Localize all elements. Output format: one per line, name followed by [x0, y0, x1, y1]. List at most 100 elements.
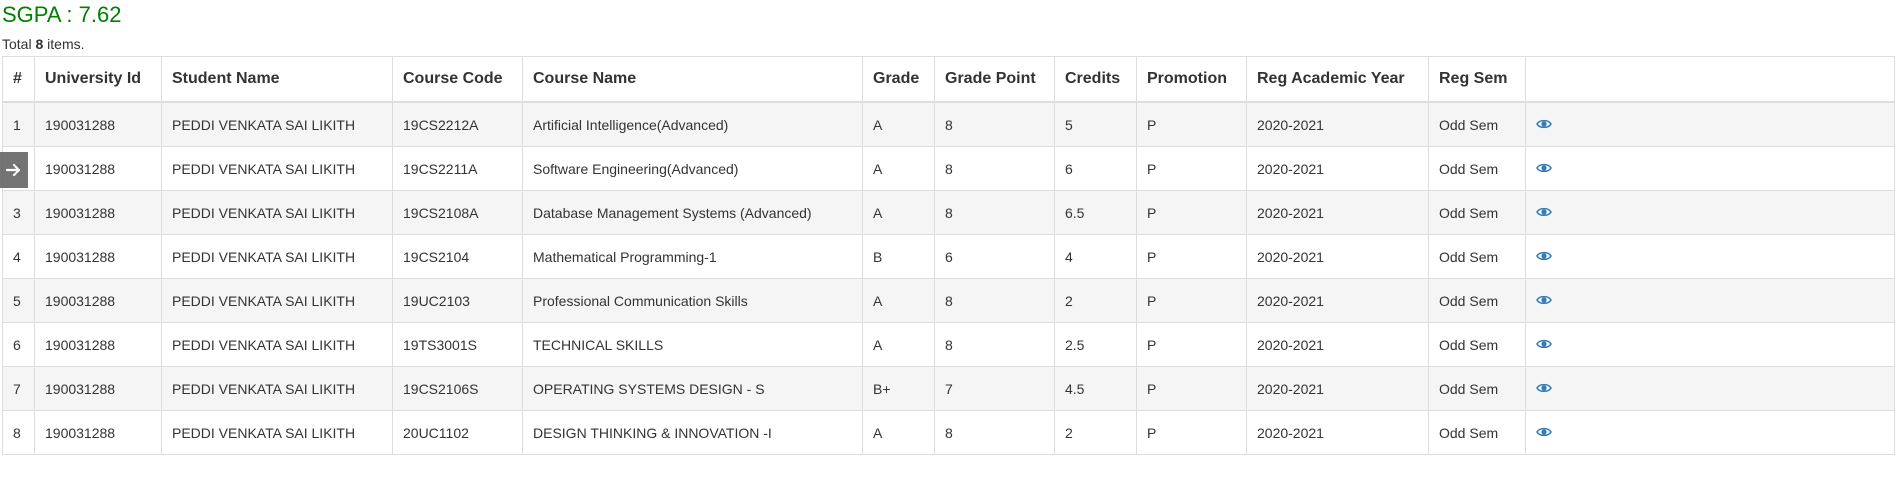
header-reg-sem[interactable]: Reg Sem: [1428, 56, 1526, 103]
table-header-row: # University Id Student Name Course Code…: [2, 56, 1895, 103]
student-name-cell: PEDDI VENKATA SAI LIKITH: [161, 101, 393, 147]
sgpa-value: SGPA : 7.62: [2, 2, 122, 27]
course-name-cell: Software Engineering(Advanced): [522, 146, 863, 191]
reg-sem-cell: Odd Sem: [1428, 322, 1526, 367]
promotion-cell: P: [1136, 190, 1247, 235]
student-name-cell: PEDDI VENKATA SAI LIKITH: [161, 278, 393, 323]
course-name-cell: Artificial Intelligence(Advanced): [522, 101, 863, 147]
grade-cell: A: [862, 146, 935, 191]
eye-icon[interactable]: [1536, 249, 1552, 261]
scroll-right-button[interactable]: [0, 152, 28, 188]
eye-icon[interactable]: [1536, 205, 1552, 217]
course-name-cell: TECHNICAL SKILLS: [522, 322, 863, 367]
grade-point-cell: 8: [934, 278, 1055, 323]
course-name-cell: DESIGN THINKING & INNOVATION -I: [522, 410, 863, 455]
eye-icon[interactable]: [1536, 425, 1552, 437]
summary-prefix: Total: [2, 36, 36, 52]
table-row: 8 190031288 PEDDI VENKATA SAI LIKITH 20UC11…: [2, 410, 1895, 455]
header-index[interactable]: #: [2, 56, 35, 103]
grade-cell: B: [862, 234, 935, 279]
student-name-cell: PEDDI VENKATA SAI LIKITH: [161, 234, 393, 279]
student-name-cell: PEDDI VENKATA SAI LIKITH: [161, 146, 393, 191]
credits-cell: 4.5: [1054, 366, 1137, 411]
grade-cell: A: [862, 101, 935, 147]
course-name-cell: Professional Communication Skills: [522, 278, 863, 323]
header-promotion[interactable]: Promotion: [1136, 56, 1247, 103]
header-credits[interactable]: Credits: [1054, 56, 1137, 103]
course-code-cell: 19CS2106S: [392, 366, 523, 411]
grade-point-cell: 8: [934, 146, 1055, 191]
arrow-right-icon: [5, 163, 21, 177]
grade-cell: A: [862, 322, 935, 367]
university-id-cell: 190031288: [34, 366, 162, 411]
university-id-cell: 190031288: [34, 101, 162, 147]
eye-icon[interactable]: [1536, 381, 1552, 393]
row-action-cell: [1525, 190, 1895, 235]
credits-cell: 5: [1054, 101, 1137, 147]
eye-icon[interactable]: [1536, 161, 1552, 173]
eye-icon[interactable]: [1536, 337, 1552, 349]
student-name-cell: PEDDI VENKATA SAI LIKITH: [161, 322, 393, 367]
university-id-cell: 190031288: [34, 190, 162, 235]
reg-sem-cell: Odd Sem: [1428, 190, 1526, 235]
grades-table: # University Id Student Name Course Code…: [2, 56, 1895, 455]
university-id-cell: 190031288: [34, 322, 162, 367]
student-name-cell: PEDDI VENKATA SAI LIKITH: [161, 366, 393, 411]
grade-point-cell: 8: [934, 101, 1055, 147]
table-row: 3 190031288 PEDDI VENKATA SAI LIKITH 19CS21…: [2, 190, 1895, 235]
promotion-cell: P: [1136, 101, 1247, 147]
course-code-cell: 19UC2103: [392, 278, 523, 323]
table-row: 1 190031288 PEDDI VENKATA SAI LIKITH 19CS22…: [2, 101, 1895, 147]
header-university-id[interactable]: University Id: [34, 56, 162, 103]
header-course-name[interactable]: Course Name: [522, 56, 863, 103]
reg-sem-cell: Odd Sem: [1428, 146, 1526, 191]
promotion-cell: P: [1136, 146, 1247, 191]
row-action-cell: [1525, 322, 1895, 367]
eye-icon[interactable]: [1536, 117, 1552, 129]
promotion-cell: P: [1136, 322, 1247, 367]
course-code-cell: 19CS2211A: [392, 146, 523, 191]
reg-academic-year-cell: 2020-2021: [1246, 410, 1429, 455]
table-row: 2190031288PEDDI VENKATA SAI LIKITH19CS22…: [2, 146, 1895, 191]
grade-cell: A: [862, 190, 935, 235]
reg-academic-year-cell: 2020-2021: [1246, 101, 1429, 147]
grade-point-cell: 7: [934, 366, 1055, 411]
row-action-cell: [1525, 146, 1895, 191]
row-action-cell: [1525, 101, 1895, 147]
credits-cell: 6: [1054, 146, 1137, 191]
row-index: 6: [2, 322, 35, 367]
reg-academic-year-cell: 2020-2021: [1246, 366, 1429, 411]
row-action-cell: [1525, 278, 1895, 323]
header-grade[interactable]: Grade: [862, 56, 935, 103]
reg-academic-year-cell: 2020-2021: [1246, 322, 1429, 367]
eye-icon[interactable]: [1536, 293, 1552, 305]
header-course-code[interactable]: Course Code: [392, 56, 523, 103]
credits-cell: 6.5: [1054, 190, 1137, 235]
course-code-cell: 20UC1102: [392, 410, 523, 455]
credits-cell: 2: [1054, 410, 1137, 455]
header-grade-point[interactable]: Grade Point: [934, 56, 1055, 103]
reg-sem-cell: Odd Sem: [1428, 101, 1526, 147]
total-items-summary: Total 8 items.: [2, 34, 85, 54]
course-name-cell: OPERATING SYSTEMS DESIGN - S: [522, 366, 863, 411]
university-id-cell: 190031288: [34, 410, 162, 455]
row-index: 5: [2, 278, 35, 323]
reg-sem-cell: Odd Sem: [1428, 234, 1526, 279]
reg-sem-cell: Odd Sem: [1428, 410, 1526, 455]
header-student-name[interactable]: Student Name: [161, 56, 393, 103]
row-index: 4: [2, 234, 35, 279]
student-name-cell: PEDDI VENKATA SAI LIKITH: [161, 190, 393, 235]
table-row: 5 190031288 PEDDI VENKATA SAI LIKITH 19UC21…: [2, 278, 1895, 323]
grade-point-cell: 6: [934, 234, 1055, 279]
row-index: 3: [2, 190, 35, 235]
promotion-cell: P: [1136, 410, 1247, 455]
table-row: 4 190031288 PEDDI VENKATA SAI LIKITH 19CS21…: [2, 234, 1895, 279]
grade-point-cell: 8: [934, 410, 1055, 455]
header-reg-academic-year[interactable]: Reg Academic Year: [1246, 56, 1429, 103]
university-id-cell: 190031288: [34, 278, 162, 323]
course-code-cell: 19CS2212A: [392, 101, 523, 147]
grade-cell: A: [862, 278, 935, 323]
course-code-cell: 19CS2104: [392, 234, 523, 279]
grade-point-cell: 8: [934, 190, 1055, 235]
reg-sem-cell: Odd Sem: [1428, 278, 1526, 323]
